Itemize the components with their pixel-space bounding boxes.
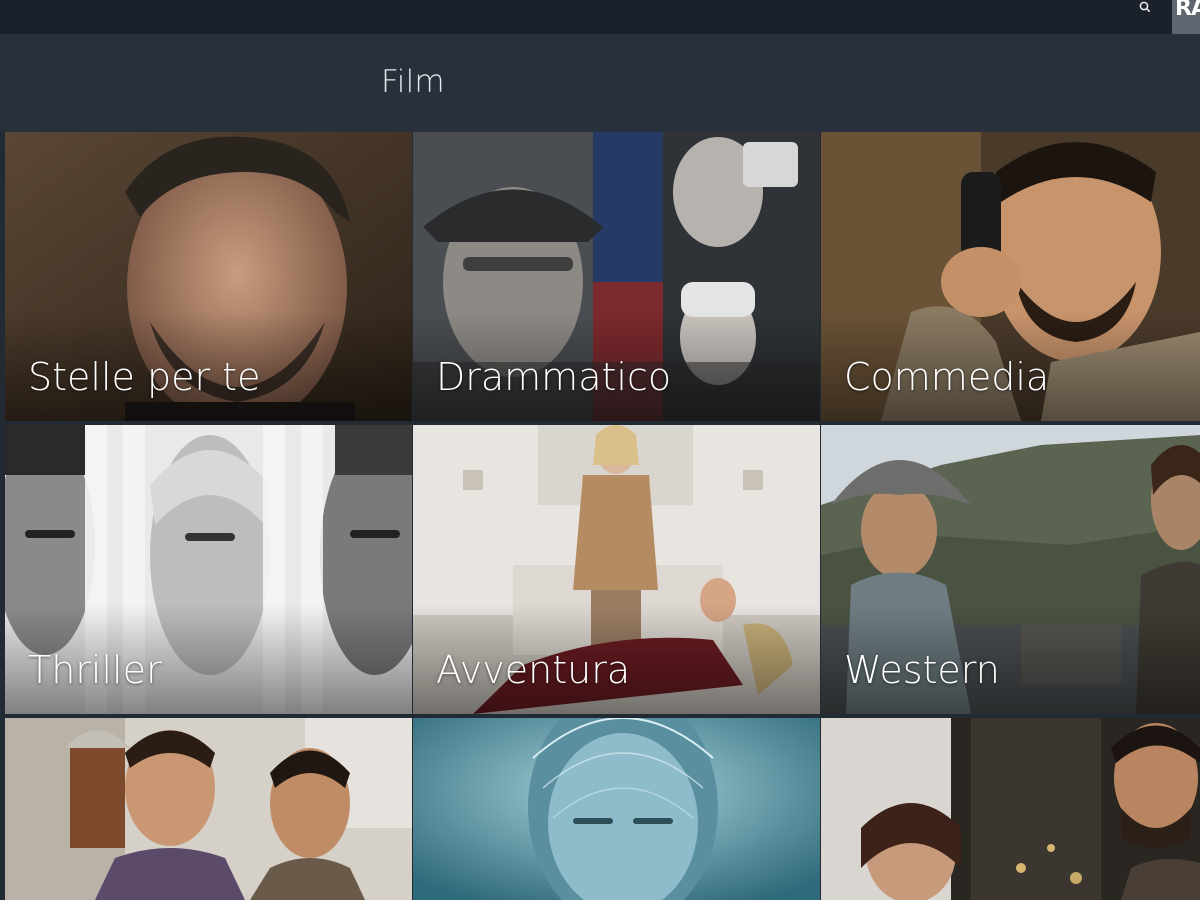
category-label: Thriller [28,648,162,692]
category-tile-stelle-per-te[interactable]: Stelle per te [5,132,412,421]
category-tile-row3-2[interactable] [413,718,820,900]
category-tile-row3-1[interactable] [5,718,412,900]
search-icon [1139,1,1151,12]
category-label: Western [844,648,1000,692]
tile-image [5,718,412,900]
search-button[interactable] [1133,0,1157,16]
category-grid: Stelle per te Drammatico Commedia Thrill… [0,132,1200,900]
section-header [0,34,1200,132]
category-label: Stelle per te [28,355,261,399]
page-title: Film [381,64,445,100]
category-tile-commedia[interactable]: Commedia [821,132,1200,421]
category-tile-avventura[interactable]: Avventura [413,425,820,714]
tile-image [413,718,820,900]
category-label: Commedia [844,355,1050,399]
category-tile-western[interactable]: Western [821,425,1200,714]
category-tile-drammatico[interactable]: Drammatico [413,132,820,421]
top-bar: RAI [0,0,1200,34]
brand-logo-text: RAI [1175,0,1200,21]
category-label: Avventura [436,648,631,692]
tile-image [821,718,1200,900]
category-tile-row3-3[interactable] [821,718,1200,900]
brand-logo[interactable]: RAI [1172,0,1200,34]
category-label: Drammatico [436,355,672,399]
category-tile-thriller[interactable]: Thriller [5,425,412,714]
